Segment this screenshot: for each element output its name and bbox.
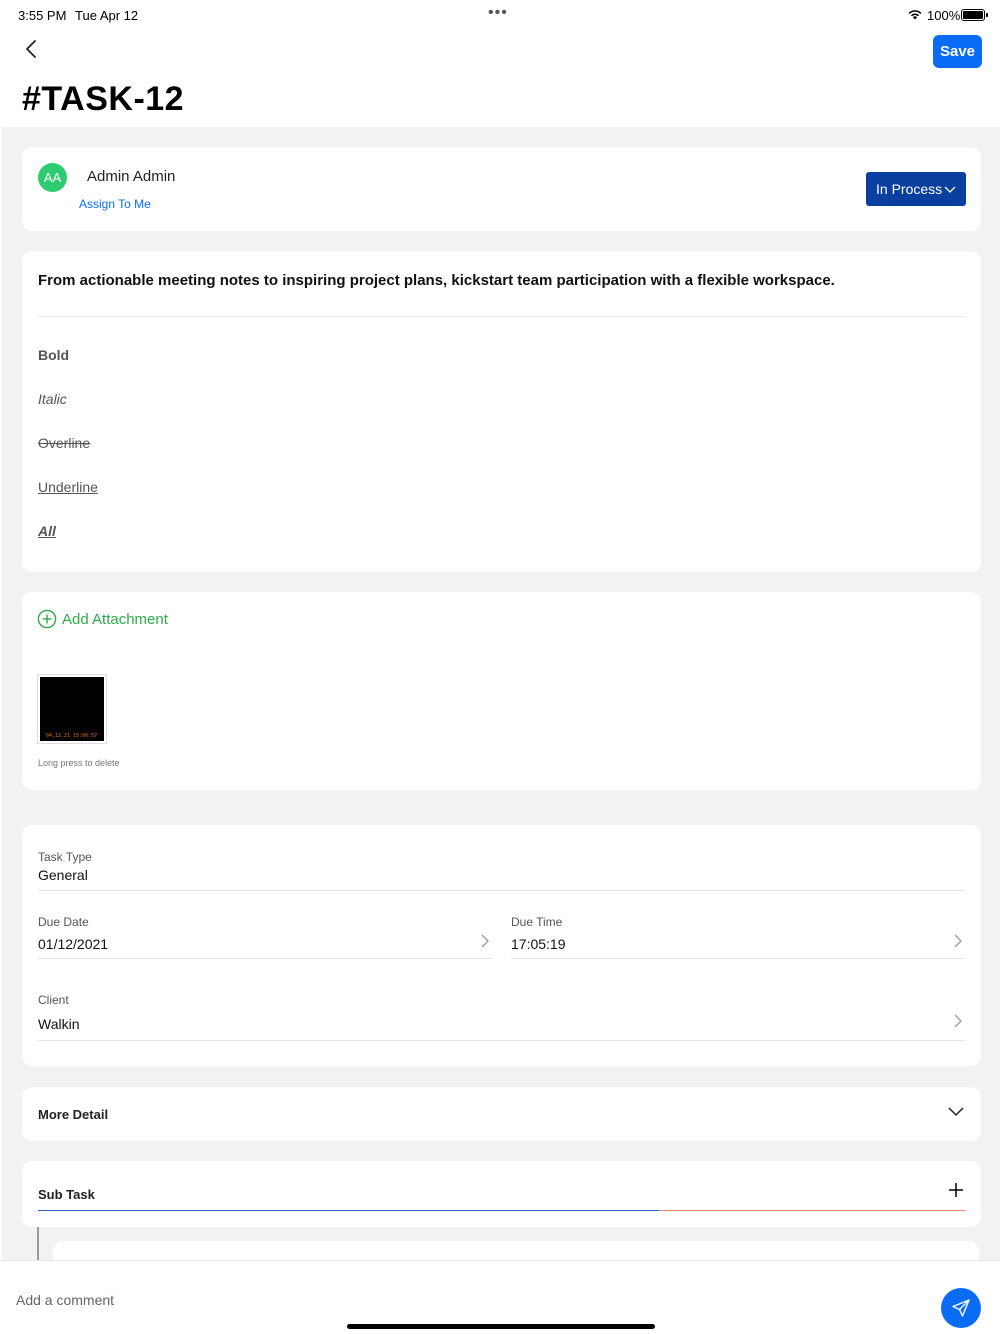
- home-indicator[interactable]: [347, 1324, 655, 1329]
- assignee-card: AA Admin Admin Assign To Me In Process: [22, 147, 981, 231]
- more-detail-label: More Detail: [38, 1107, 109, 1122]
- task-content[interactable]: AA Admin Admin Assign To Me In Process F…: [2, 127, 1000, 1260]
- status-date: Tue Apr 12: [75, 8, 139, 23]
- due-time-value[interactable]: 17:05:19: [511, 936, 566, 952]
- back-button[interactable]: [20, 36, 44, 64]
- status-dropdown[interactable]: In Process: [866, 172, 966, 206]
- sub-task-item[interactable]: [53, 1241, 979, 1260]
- send-icon: [952, 1299, 970, 1317]
- progress-remaining: [659, 1210, 965, 1211]
- description-card[interactable]: From actionable meeting notes to inspiri…: [22, 251, 981, 572]
- description-line-all: All: [38, 523, 56, 539]
- page-title: #TASK-12: [22, 80, 185, 118]
- chevron-down-icon: [948, 1107, 964, 1117]
- task-type-label: Task Type: [38, 850, 92, 864]
- due-date-value[interactable]: 01/12/2021: [38, 936, 108, 952]
- chevron-left-icon: [26, 40, 36, 58]
- task-fields-card: Task Type General Due Date 01/12/2021 Du…: [22, 825, 981, 1066]
- status-time: 3:55 PM: [18, 8, 67, 23]
- due-date-label: Due Date: [38, 915, 89, 929]
- plus-circle-icon: [37, 609, 57, 629]
- chevron-right-icon[interactable]: [953, 933, 963, 949]
- add-attachment-label: Add Attachment: [62, 610, 168, 628]
- save-button[interactable]: Save: [933, 35, 982, 68]
- more-detail-section[interactable]: More Detail: [22, 1087, 981, 1141]
- description-headline: From actionable meeting notes to inspiri…: [38, 272, 835, 289]
- battery-icon: [961, 9, 988, 21]
- description-line-overline: Overline: [38, 435, 91, 451]
- status-value: In Process: [876, 181, 943, 197]
- field-divider: [38, 1040, 965, 1041]
- status-bar: 3:55 PM Tue Apr 12 ••• 100%: [0, 0, 1000, 30]
- client-value[interactable]: Walkin: [38, 1016, 80, 1032]
- description-line-bold: Bold: [38, 347, 70, 363]
- chevron-down-icon: [944, 186, 956, 193]
- field-divider: [38, 958, 492, 959]
- multitasking-dots[interactable]: •••: [488, 4, 508, 22]
- description-line-underline: Underline: [38, 479, 98, 495]
- progress-done: [38, 1210, 660, 1211]
- divider: [38, 316, 965, 317]
- sub-task-label: Sub Task: [38, 1187, 95, 1202]
- sub-task-section: Sub Task: [22, 1161, 981, 1227]
- chevron-right-icon[interactable]: [953, 1013, 963, 1029]
- sub-task-guide-line: [37, 1227, 39, 1260]
- chevron-right-icon[interactable]: [480, 933, 490, 949]
- thumbnail-timestamp: 04.12.21 15:06:57: [46, 733, 98, 739]
- assign-to-me-link[interactable]: Assign To Me: [79, 197, 151, 211]
- comment-bar: [0, 1260, 1000, 1334]
- field-divider: [38, 890, 965, 891]
- sub-task-progress: [38, 1210, 965, 1211]
- plus-icon[interactable]: [947, 1181, 965, 1199]
- field-divider: [511, 958, 965, 959]
- add-attachment-button[interactable]: Add Attachment: [37, 609, 168, 629]
- delete-hint: Long press to delete: [38, 758, 120, 768]
- task-type-value[interactable]: General: [38, 867, 88, 883]
- client-label: Client: [38, 993, 69, 1007]
- battery-percent: 100%: [927, 8, 961, 23]
- due-time-label: Due Time: [511, 915, 563, 929]
- attachment-thumbnail[interactable]: 04.12.21 15:06:57: [38, 675, 106, 743]
- wifi-icon: [908, 10, 922, 20]
- description-line-italic: Italic: [38, 391, 67, 407]
- send-button[interactable]: [941, 1288, 981, 1328]
- assignee-name[interactable]: Admin Admin: [87, 168, 175, 185]
- attachment-card: Add Attachment 04.12.21 15:06:57 Long pr…: [22, 592, 981, 790]
- comment-input[interactable]: [16, 1292, 416, 1308]
- avatar[interactable]: AA: [38, 163, 67, 192]
